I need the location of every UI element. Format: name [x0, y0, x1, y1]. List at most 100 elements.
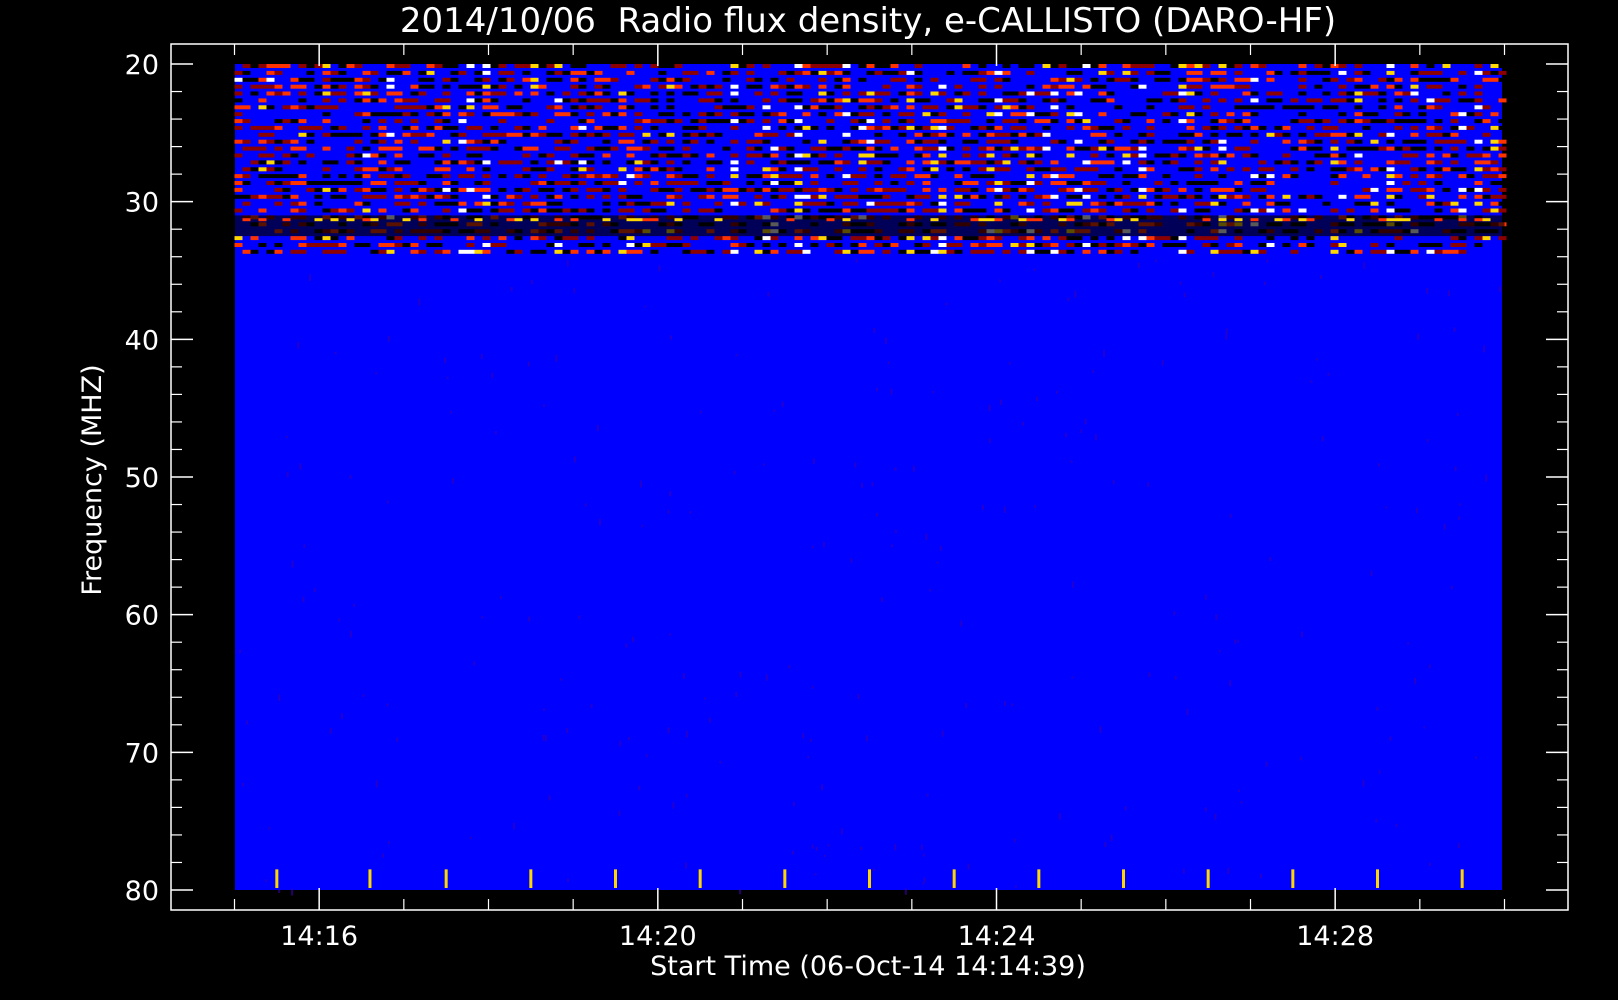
heatmap-cell	[362, 201, 371, 206]
noise-cell	[644, 305, 647, 308]
heatmap-cell	[786, 132, 795, 137]
heatmap-cell	[906, 112, 915, 117]
heatmap-cell	[754, 84, 763, 89]
heatmap-cell	[1242, 112, 1251, 117]
noise-cell	[855, 259, 858, 263]
heatmap-cell	[978, 236, 987, 241]
heatmap-cell	[682, 208, 691, 213]
heatmap-cell	[354, 174, 363, 179]
heatmap-cell	[618, 139, 627, 144]
heatmap-cell	[1282, 208, 1291, 213]
heatmap-cell	[906, 167, 915, 172]
heatmap-cell	[1242, 125, 1251, 130]
heatmap-cell	[274, 139, 283, 144]
heatmap-cell	[1498, 208, 1507, 213]
heatmap-cell	[1314, 146, 1323, 151]
heatmap-cell	[378, 194, 387, 199]
noise-cell	[669, 633, 672, 636]
heatmap-cell	[1282, 132, 1291, 137]
heatmap-cell	[522, 167, 531, 172]
emission-cell	[674, 218, 683, 222]
heatmap-cell	[466, 249, 475, 254]
heatmap-cell	[666, 174, 675, 179]
heatmap-cell	[298, 98, 307, 103]
heatmap-cell	[986, 167, 995, 172]
heatmap-cell	[906, 194, 915, 199]
heatmap-cell	[1186, 105, 1195, 110]
heatmap-cell	[1274, 160, 1283, 165]
heatmap-cell	[858, 98, 867, 103]
heatmap-cell	[898, 187, 907, 192]
heatmap-cell	[602, 132, 611, 137]
heatmap-cell	[1466, 153, 1475, 158]
heatmap-cell	[418, 187, 427, 192]
noise-cell	[988, 438, 991, 444]
heatmap-cell	[874, 181, 883, 185]
heatmap-cell	[610, 77, 619, 82]
noise-cell	[904, 888, 907, 895]
heatmap-cell	[1330, 98, 1339, 103]
heatmap-cell	[586, 243, 595, 247]
heatmap-cell	[418, 132, 427, 137]
noise-cell	[827, 844, 830, 847]
noise-cell	[925, 533, 928, 541]
heatmap-cell	[1042, 174, 1051, 179]
heatmap-cell	[258, 153, 267, 158]
heatmap-cell	[530, 194, 539, 199]
heatmap-cell	[1458, 125, 1467, 130]
heatmap-cell	[930, 160, 939, 165]
spike-mark	[1291, 869, 1295, 888]
heatmap-cell	[1490, 77, 1499, 82]
heatmap-cell	[1258, 105, 1267, 110]
heatmap-cell	[298, 181, 307, 185]
heatmap-cell	[370, 84, 379, 89]
heatmap-cell	[1466, 187, 1475, 192]
heatmap-cell	[962, 139, 971, 144]
heatmap-cell	[778, 125, 787, 130]
heatmap-cell	[298, 132, 307, 137]
heatmap-cell	[1154, 70, 1163, 75]
heatmap-cell	[306, 132, 315, 137]
noise-cell	[1182, 868, 1185, 874]
heatmap-cell	[466, 84, 475, 89]
noise-cell	[821, 784, 824, 791]
heatmap-cell	[234, 243, 243, 247]
heatmap-cell	[762, 167, 771, 172]
heatmap-cell	[266, 153, 275, 158]
heatmap-cell	[450, 146, 459, 151]
heatmap-cell	[250, 194, 259, 199]
heatmap-cell	[690, 139, 699, 144]
heatmap-cell	[1266, 105, 1275, 110]
heatmap-cell	[722, 249, 731, 254]
heatmap-cell	[442, 64, 451, 68]
heatmap-cell	[890, 153, 899, 158]
heatmap-cell	[1090, 243, 1099, 247]
heatmap-cell	[1074, 146, 1083, 151]
heatmap-cell	[1370, 84, 1379, 89]
noise-cell	[922, 853, 925, 857]
heatmap-cell	[370, 132, 379, 137]
heatmap-cell	[242, 174, 251, 179]
heatmap-cell	[898, 249, 907, 254]
heatmap-cell	[1418, 167, 1427, 172]
heatmap-cell	[586, 160, 595, 165]
heatmap-cell	[674, 119, 683, 124]
heatmap-cell	[234, 98, 243, 103]
heatmap-cell	[1122, 236, 1131, 241]
heatmap-cell	[370, 153, 379, 158]
heatmap-cell	[810, 174, 819, 179]
heatmap-cell	[1186, 194, 1195, 199]
heatmap-cell	[322, 174, 331, 179]
heatmap-cell	[442, 181, 451, 185]
heatmap-cell	[474, 187, 483, 192]
noise-cell	[658, 265, 661, 272]
emission-cell	[1378, 218, 1387, 222]
heatmap-cell	[626, 139, 635, 144]
heatmap-cell	[730, 84, 739, 89]
heatmap-cell	[1338, 119, 1347, 124]
heatmap-cell	[938, 112, 947, 117]
heatmap-cell	[498, 174, 507, 179]
noise-cell	[386, 703, 389, 707]
heatmap-cell	[1226, 112, 1235, 117]
heatmap-cell	[1194, 70, 1203, 75]
